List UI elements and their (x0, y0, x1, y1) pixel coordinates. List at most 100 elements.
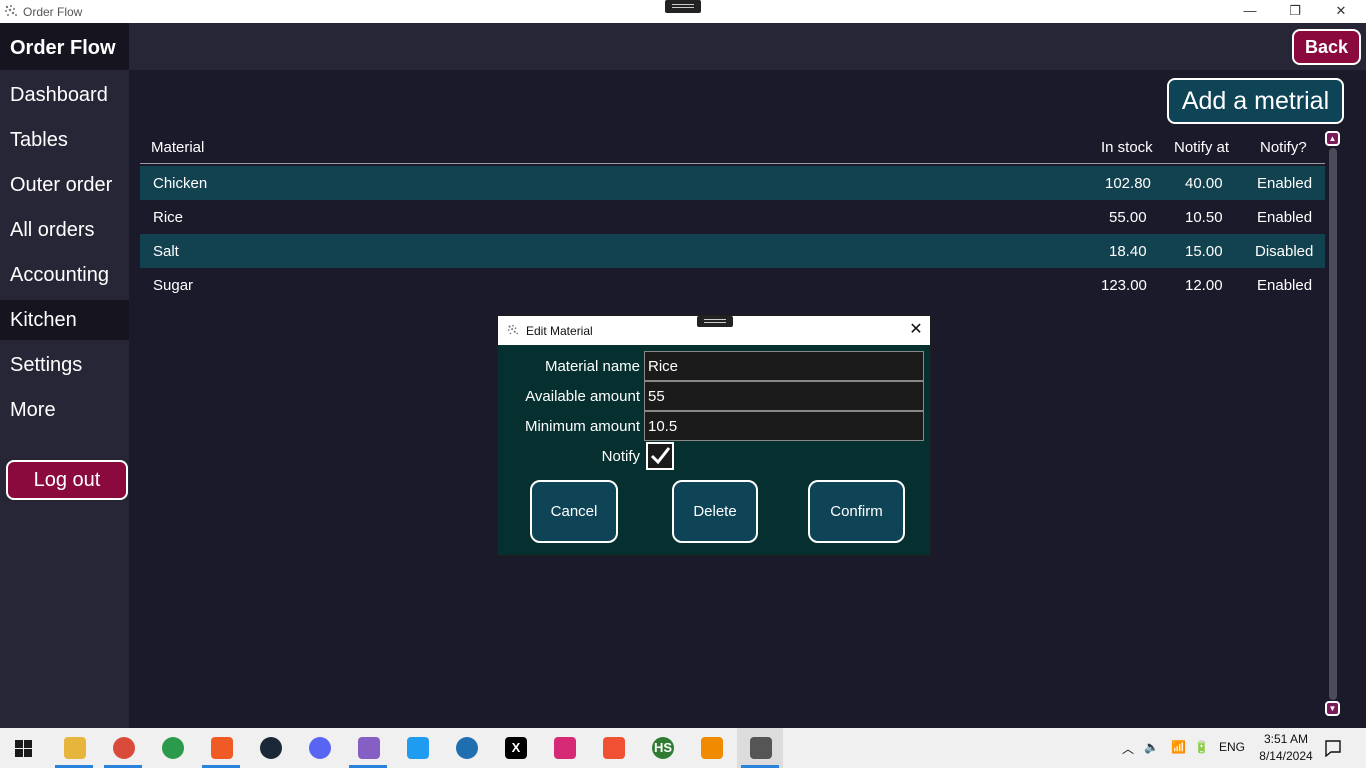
vscode-icon (407, 737, 429, 759)
checkmark-icon (650, 447, 671, 465)
sidebar-item-settings[interactable]: Settings (0, 345, 129, 385)
cell-material: Chicken (153, 175, 208, 192)
taskbar-app[interactable]: HS (639, 728, 685, 768)
vlc-icon (701, 737, 723, 759)
taskbar-app[interactable] (541, 728, 587, 768)
taskbar-app[interactable] (688, 728, 734, 768)
taskbar-app[interactable] (296, 728, 342, 768)
cell-notify: Enabled (1257, 277, 1313, 294)
chrome-icon (162, 737, 184, 759)
cell-notify: Enabled (1257, 209, 1313, 226)
sidebar-item-all-orders[interactable]: All orders (0, 210, 129, 250)
cell-notify-at: 12.00 (1185, 277, 1223, 294)
table-row[interactable]: Sugar 123.00 12.00 Enabled (140, 268, 1325, 302)
confirm-button[interactable]: Confirm (808, 480, 905, 543)
cell-in-stock: 55.00 (1109, 209, 1147, 226)
minimum-amount-label: Minimum amount (524, 418, 640, 435)
material-name-input[interactable]: Rice (644, 351, 924, 381)
top-bar (129, 23, 1366, 70)
available-amount-label: Available amount (525, 388, 640, 405)
table-row[interactable]: Rice 55.00 10.50 Enabled (140, 200, 1325, 234)
x-icon: X (505, 737, 527, 759)
brand-title: Order Flow (0, 23, 129, 70)
file-explorer-icon (64, 737, 86, 759)
git-icon (603, 737, 625, 759)
wifi-icon[interactable]: 📶 (1171, 740, 1186, 754)
material-name-label: Material name (544, 358, 640, 375)
column-header-in-stock[interactable]: In stock (1101, 139, 1153, 156)
windows-taskbar: X HS ︿ 🔈 📶 🔋 ENG 3:51 AM 8/14/2024 (0, 728, 1366, 768)
scroll-down-icon[interactable]: ▼ (1325, 701, 1340, 716)
language-indicator[interactable]: ENG (1219, 740, 1245, 754)
taskbar-app[interactable] (247, 728, 293, 768)
notify-label: Notify (601, 448, 640, 465)
app-logo-icon (5, 5, 17, 16)
table-scrollbar[interactable]: ▲ ▼ (1325, 130, 1341, 719)
show-hidden-icons-icon[interactable]: ︿ (1122, 740, 1134, 757)
vivaldi-icon (456, 737, 478, 759)
table-row[interactable]: Chicken 102.80 40.00 Enabled (140, 166, 1325, 200)
available-amount-input[interactable]: 55 (644, 381, 924, 411)
windows-start-icon[interactable] (15, 740, 32, 757)
taskbar-app[interactable] (737, 728, 783, 768)
taskbar-app[interactable]: X (492, 728, 538, 768)
discord-icon (309, 737, 331, 759)
taskbar-app[interactable] (198, 728, 244, 768)
column-header-notify[interactable]: Notify? (1260, 139, 1307, 156)
scroll-track[interactable] (1329, 148, 1337, 700)
taskbar-app[interactable] (149, 728, 195, 768)
sidebar-item-kitchen[interactable]: Kitchen (0, 300, 129, 340)
drag-handle-icon[interactable] (665, 0, 701, 13)
system-clock[interactable]: 3:51 AM 8/14/2024 (1251, 731, 1321, 765)
table-row[interactable]: Salt 18.40 15.00 Disabled (140, 234, 1325, 268)
dialog-title: Edit Material (526, 324, 593, 338)
sidebar-item-accounting[interactable]: Accounting (0, 255, 129, 295)
clock-date: 8/14/2024 (1259, 749, 1313, 763)
taskbar-app[interactable] (394, 728, 440, 768)
sidebar: Order Flow Dashboard Tables Outer order … (0, 23, 129, 728)
minimize-button[interactable]: — (1227, 0, 1273, 23)
dialog-titlebar[interactable]: Edit Material ✕ (498, 316, 930, 345)
cell-in-stock: 18.40 (1109, 243, 1147, 260)
sidebar-item-outer-order[interactable]: Outer order (0, 165, 129, 205)
table-header: Material In stock Notify at Notify? (140, 130, 1325, 164)
delete-button[interactable]: Delete (672, 480, 758, 543)
scroll-up-icon[interactable]: ▲ (1325, 131, 1340, 146)
minimum-amount-input[interactable]: 10.5 (644, 411, 924, 441)
window-title: Order Flow (23, 5, 83, 19)
cell-in-stock: 123.00 (1101, 277, 1147, 294)
close-window-button[interactable]: ✕ (1318, 0, 1364, 23)
cancel-button[interactable]: Cancel (530, 480, 618, 543)
taskbar-app[interactable] (51, 728, 97, 768)
cell-notify-at: 40.00 (1185, 175, 1223, 192)
cell-in-stock: 102.80 (1105, 175, 1151, 192)
taskbar-app[interactable] (100, 728, 146, 768)
clock-time: 3:51 AM (1263, 732, 1309, 746)
taskbar-app[interactable] (590, 728, 636, 768)
add-material-button[interactable]: Add a metrial (1167, 78, 1344, 124)
cell-material: Rice (153, 209, 184, 226)
order-flow-icon (750, 737, 772, 759)
restore-button[interactable]: ❐ (1272, 0, 1318, 23)
dialog-close-button[interactable]: ✕ (906, 321, 926, 341)
chrome-icon (113, 737, 135, 759)
sidebar-item-dashboard[interactable]: Dashboard (0, 75, 129, 115)
logout-button[interactable]: Log out (6, 460, 128, 500)
notify-checkbox[interactable] (646, 442, 674, 470)
sidebar-item-more[interactable]: More (0, 390, 129, 430)
sidebar-item-tables[interactable]: Tables (0, 120, 129, 160)
taskbar-app[interactable] (345, 728, 391, 768)
taskbar-app[interactable] (443, 728, 489, 768)
cell-material: Sugar (153, 277, 194, 294)
edit-material-dialog: Edit Material ✕ Material name Rice Avail… (497, 315, 931, 556)
brave-icon (211, 737, 233, 759)
column-header-material[interactable]: Material (151, 139, 204, 156)
battery-icon[interactable]: 🔋 (1194, 740, 1209, 754)
column-header-notify-at[interactable]: Notify at (1174, 139, 1229, 156)
hs-icon: HS (652, 737, 674, 759)
volume-icon[interactable]: 🔈 (1144, 740, 1159, 754)
drag-handle-icon[interactable] (697, 316, 733, 327)
steam-icon (260, 737, 282, 759)
notifications-icon[interactable] (1324, 739, 1342, 757)
back-button[interactable]: Back (1292, 29, 1361, 65)
